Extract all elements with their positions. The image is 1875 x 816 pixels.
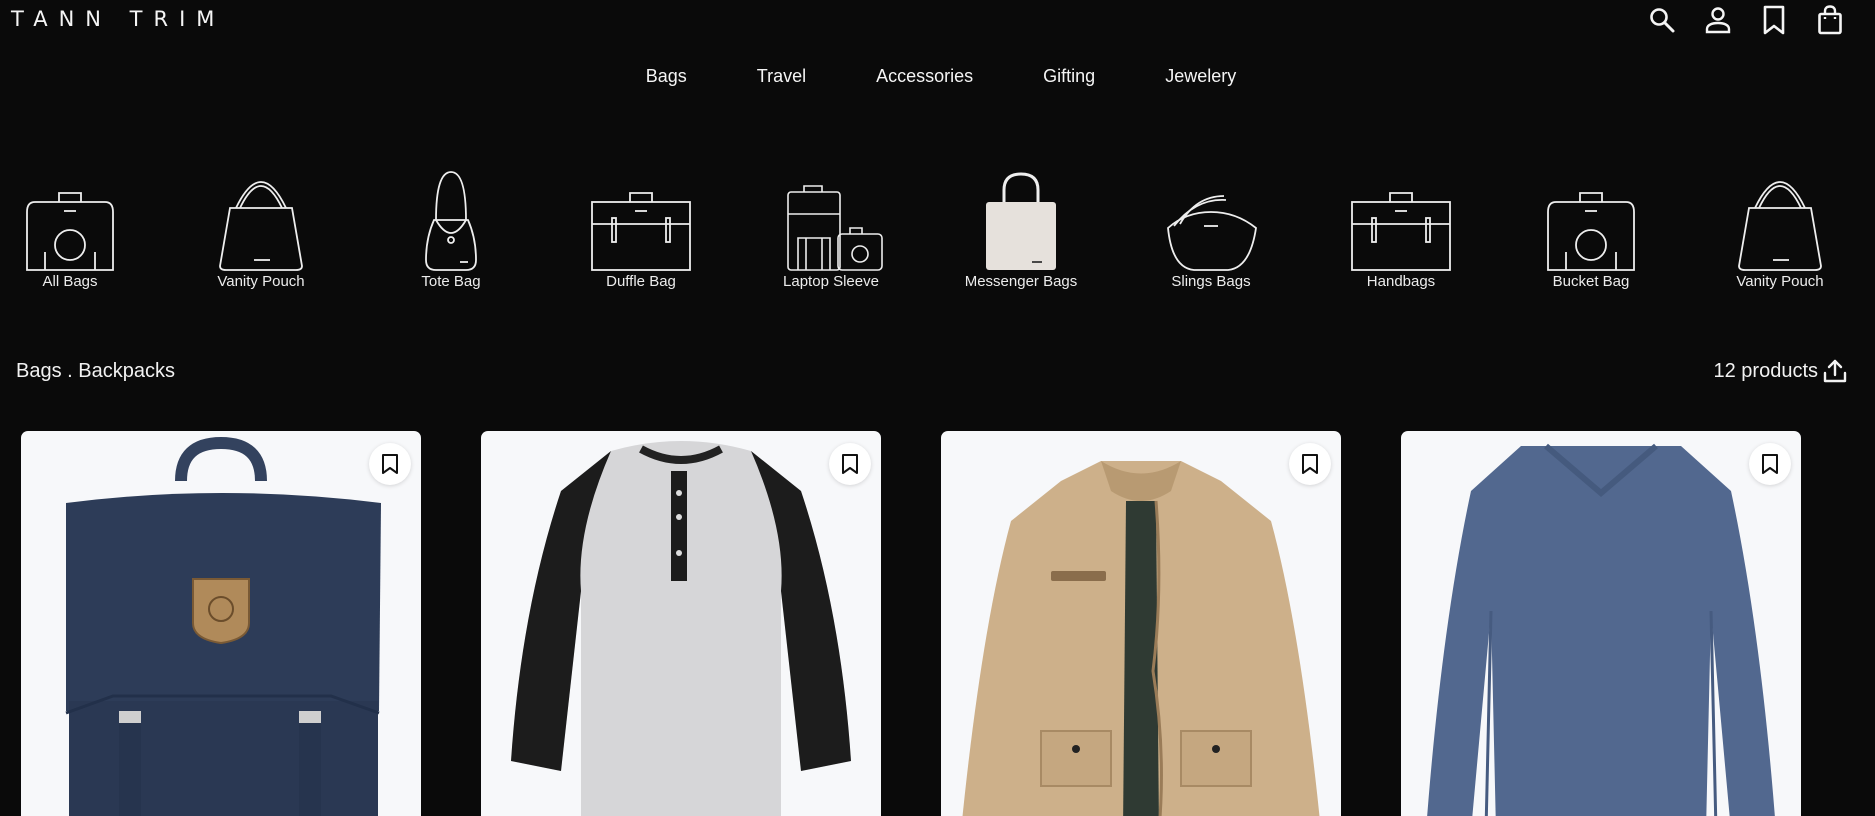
share-icon[interactable] bbox=[1822, 358, 1848, 384]
account-icon[interactable] bbox=[1701, 4, 1735, 36]
briefcase-icon bbox=[591, 192, 691, 271]
breadcrumb[interactable]: Bags . Backpacks bbox=[16, 360, 175, 383]
bookmark-button[interactable] bbox=[1289, 443, 1331, 485]
bookmark-button[interactable] bbox=[369, 443, 411, 485]
nav-item-accessories[interactable]: Accessories bbox=[841, 66, 1008, 87]
bookmark-icon bbox=[1302, 454, 1318, 474]
category-label: Vanity Pouch bbox=[1736, 273, 1824, 290]
category-handbags[interactable]: Handbags bbox=[1326, 168, 1476, 290]
category-laptop-sleeve[interactable]: Laptop Sleeve bbox=[756, 168, 906, 290]
category-label: Laptop Sleeve bbox=[783, 273, 879, 290]
header-icons bbox=[1645, 4, 1847, 36]
category-messenger-bags[interactable]: Messenger Bags bbox=[946, 168, 1096, 290]
category-label: Slings Bags bbox=[1171, 273, 1251, 290]
main-nav: Bags Travel Accessories Gifting Jewelery bbox=[0, 66, 1875, 87]
shopping-bag-icon[interactable] bbox=[1813, 4, 1847, 36]
category-label: Bucket Bag bbox=[1552, 273, 1630, 290]
brand-logo[interactable]: TANN TRIM bbox=[11, 7, 225, 31]
bookmark-icon[interactable] bbox=[1757, 4, 1791, 36]
product-card[interactable] bbox=[21, 431, 421, 816]
category-vanity-pouch[interactable]: Vanity Pouch bbox=[186, 168, 336, 290]
luggage-set-icon bbox=[787, 185, 883, 271]
camera-bag-icon bbox=[1547, 192, 1635, 271]
product-card[interactable] bbox=[941, 431, 1341, 816]
nav-item-jewelery[interactable]: Jewelery bbox=[1130, 66, 1271, 87]
shopping-tote-icon bbox=[986, 172, 1056, 270]
category-label: Messenger Bags bbox=[964, 273, 1078, 290]
category-tote-bag[interactable]: Tote Bag bbox=[376, 168, 526, 290]
listing-toolbar: Bags . Backpacks 12 products bbox=[16, 358, 1848, 388]
site-header: TANN TRIM bbox=[0, 0, 1875, 40]
category-slings-bags[interactable]: Slings Bags bbox=[1136, 168, 1286, 290]
tote-bag-icon bbox=[425, 171, 477, 271]
category-label: Tote Bag bbox=[421, 273, 481, 290]
nav-item-gifting[interactable]: Gifting bbox=[1008, 66, 1130, 87]
product-image-henley-tee bbox=[511, 441, 851, 816]
product-image-vneck-longsleeve bbox=[1427, 443, 1775, 816]
category-label: All Bags bbox=[42, 273, 98, 290]
category-bucket-bag[interactable]: Bucket Bag bbox=[1516, 168, 1666, 290]
nav-item-bags[interactable]: Bags bbox=[611, 66, 722, 87]
handbag-icon bbox=[219, 181, 303, 271]
briefcase-icon bbox=[1351, 192, 1451, 271]
category-label: Vanity Pouch bbox=[217, 273, 305, 290]
bookmark-button[interactable] bbox=[829, 443, 871, 485]
sling-bag-icon bbox=[1167, 195, 1257, 271]
handbag-icon bbox=[1738, 181, 1822, 271]
camera-bag-icon bbox=[26, 192, 114, 271]
bookmark-icon bbox=[842, 454, 858, 474]
category-strip: All Bags Vanity Pouch Tote Bag Duffle Ba… bbox=[0, 168, 1875, 308]
category-duffle-bag[interactable]: Duffle Bag bbox=[566, 168, 716, 290]
bookmark-button[interactable] bbox=[1749, 443, 1791, 485]
search-icon[interactable] bbox=[1645, 4, 1679, 36]
product-card[interactable] bbox=[1401, 431, 1801, 816]
category-vanity-pouch-2[interactable]: Vanity Pouch bbox=[1705, 168, 1855, 290]
bookmark-icon bbox=[382, 454, 398, 474]
product-card[interactable] bbox=[481, 431, 881, 816]
category-all-bags[interactable]: All Bags bbox=[0, 168, 145, 290]
product-image-backpack bbox=[65, 436, 381, 816]
product-count: 12 products bbox=[1713, 360, 1818, 382]
product-image-jacket bbox=[962, 461, 1320, 816]
bookmark-icon bbox=[1762, 454, 1778, 474]
nav-item-travel[interactable]: Travel bbox=[722, 66, 841, 87]
category-label: Duffle Bag bbox=[606, 273, 676, 290]
category-label: Handbags bbox=[1366, 273, 1436, 290]
